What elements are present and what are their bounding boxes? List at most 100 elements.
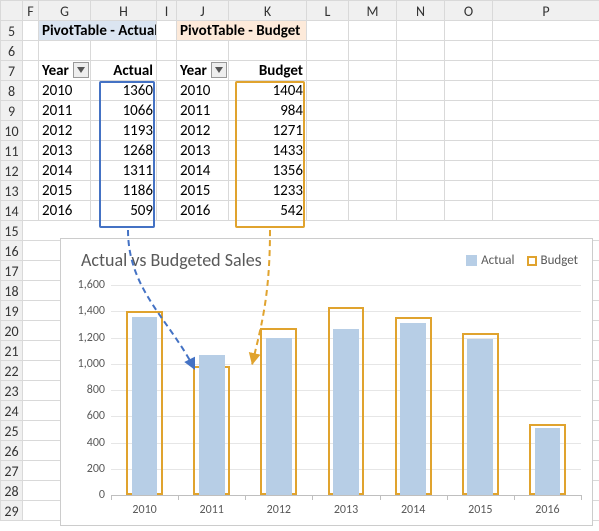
filter-button[interactable] — [73, 62, 89, 78]
cell-year[interactable]: 2011 — [177, 101, 229, 121]
cell-actual[interactable]: 1268 — [91, 141, 157, 161]
pivot-header-actual[interactable]: Actual — [91, 61, 157, 81]
row-header[interactable]: 9 — [1, 101, 23, 121]
row-header[interactable]: 15 — [1, 221, 23, 241]
cell[interactable] — [397, 161, 445, 181]
cell[interactable] — [493, 181, 599, 201]
cell[interactable] — [397, 181, 445, 201]
cell[interactable] — [493, 81, 599, 101]
cell-year[interactable]: 2014 — [177, 161, 229, 181]
cell[interactable] — [397, 141, 445, 161]
cell[interactable] — [307, 201, 349, 221]
cell-budget[interactable]: 1271 — [229, 121, 307, 141]
cell[interactable] — [23, 141, 39, 161]
row-header[interactable]: 29 — [1, 501, 23, 521]
cell[interactable] — [349, 181, 397, 201]
col-header[interactable]: I — [157, 1, 177, 21]
pivot-header-year-b[interactable]: Year — [177, 61, 229, 81]
cell[interactable] — [307, 121, 349, 141]
col-header[interactable]: F — [23, 1, 39, 21]
row-header[interactable]: 7 — [1, 61, 23, 81]
cell[interactable] — [349, 81, 397, 101]
cell[interactable] — [445, 141, 493, 161]
row-header[interactable]: 12 — [1, 161, 23, 181]
col-header[interactable]: M — [349, 1, 397, 21]
cell[interactable] — [307, 61, 349, 81]
cell-budget[interactable]: 1433 — [229, 141, 307, 161]
row-header[interactable]: 21 — [1, 341, 23, 361]
cell[interactable] — [349, 41, 397, 61]
cell[interactable] — [307, 161, 349, 181]
cell-year[interactable]: 2013 — [39, 141, 91, 161]
cell[interactable] — [445, 21, 493, 41]
cell[interactable] — [397, 81, 445, 101]
col-header[interactable]: K — [229, 1, 307, 21]
pivot-title-budget[interactable]: PivotTable - Budget — [177, 21, 307, 41]
cell[interactable] — [349, 101, 397, 121]
row-header[interactable]: 10 — [1, 121, 23, 141]
cell[interactable] — [445, 201, 493, 221]
cell[interactable] — [493, 141, 599, 161]
row-header[interactable]: 26 — [1, 441, 23, 461]
cell[interactable] — [157, 201, 177, 221]
cell-year[interactable]: 2015 — [39, 181, 91, 201]
row-header[interactable]: 25 — [1, 421, 23, 441]
cell[interactable] — [23, 181, 39, 201]
cell[interactable] — [397, 101, 445, 121]
cell-budget[interactable]: 1404 — [229, 81, 307, 101]
cell-year[interactable]: 2012 — [39, 121, 91, 141]
cell[interactable] — [307, 81, 349, 101]
cell[interactable] — [23, 121, 39, 141]
row-header[interactable]: 16 — [1, 241, 23, 261]
cell[interactable] — [493, 101, 599, 121]
cell[interactable] — [445, 101, 493, 121]
col-header[interactable]: P — [493, 1, 599, 21]
cell[interactable] — [157, 101, 177, 121]
cell[interactable] — [157, 161, 177, 181]
cell[interactable] — [177, 41, 229, 61]
cell[interactable] — [23, 101, 39, 121]
cell[interactable] — [445, 181, 493, 201]
cell-year[interactable]: 2010 — [177, 81, 229, 101]
cell[interactable] — [493, 121, 599, 141]
row-header[interactable]: 14 — [1, 201, 23, 221]
row-header[interactable]: 5 — [1, 21, 23, 41]
cell[interactable] — [445, 41, 493, 61]
row-header[interactable]: 24 — [1, 401, 23, 421]
cell[interactable] — [229, 41, 307, 61]
cell[interactable] — [157, 81, 177, 101]
cell-actual[interactable]: 1193 — [91, 121, 157, 141]
col-header[interactable]: H — [91, 1, 157, 21]
cell-year[interactable]: 2011 — [39, 101, 91, 121]
cell[interactable] — [445, 121, 493, 141]
cell-year[interactable]: 2014 — [39, 161, 91, 181]
pivot-title-actual[interactable]: PivotTable - Actual — [39, 21, 157, 41]
cell-year[interactable]: 2015 — [177, 181, 229, 201]
cell[interactable] — [397, 61, 445, 81]
cell-actual[interactable]: 1066 — [91, 101, 157, 121]
cell[interactable] — [157, 181, 177, 201]
cell[interactable] — [307, 181, 349, 201]
row-header[interactable]: 19 — [1, 301, 23, 321]
col-header[interactable]: L — [307, 1, 349, 21]
col-header[interactable]: N — [397, 1, 445, 21]
cell[interactable] — [397, 121, 445, 141]
cell[interactable] — [157, 21, 177, 41]
cell[interactable] — [397, 201, 445, 221]
cell[interactable] — [23, 21, 39, 41]
cell[interactable] — [349, 161, 397, 181]
cell[interactable] — [23, 61, 39, 81]
cell[interactable] — [493, 61, 599, 81]
cell[interactable] — [445, 81, 493, 101]
row-header[interactable]: 20 — [1, 321, 23, 341]
cell[interactable] — [91, 41, 157, 61]
cell[interactable] — [349, 141, 397, 161]
cell[interactable] — [397, 41, 445, 61]
cell-year[interactable]: 2010 — [39, 81, 91, 101]
select-all-corner[interactable] — [1, 1, 23, 21]
cell-year[interactable]: 2016 — [177, 201, 229, 221]
cell[interactable] — [445, 61, 493, 81]
cell[interactable] — [349, 201, 397, 221]
row-header[interactable]: 22 — [1, 361, 23, 381]
row-header[interactable]: 6 — [1, 41, 23, 61]
